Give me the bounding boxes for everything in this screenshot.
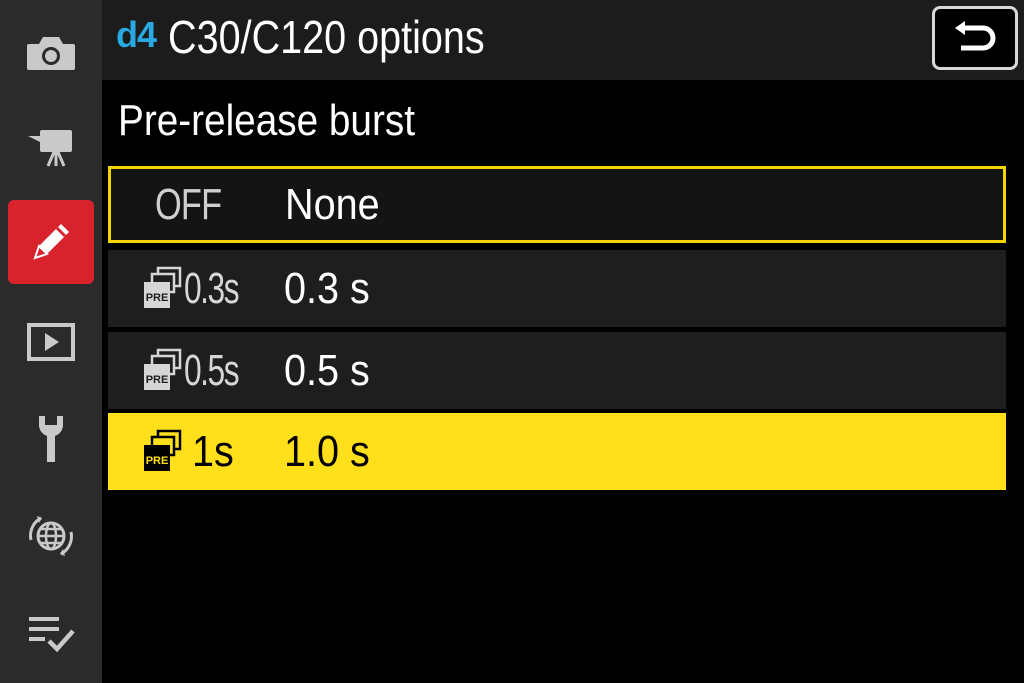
option-label: 0.5 s bbox=[284, 345, 370, 395]
option-0.5s[interactable]: PRE 0.5s 0.5 s bbox=[108, 332, 1006, 409]
option-code: 0.5s bbox=[184, 345, 240, 395]
section-code: d4 bbox=[116, 14, 157, 55]
return-icon bbox=[955, 21, 996, 51]
pencil-icon[interactable] bbox=[8, 200, 94, 284]
option-code: 1s bbox=[192, 426, 234, 476]
option-0.3s[interactable]: PRE 0.3s 0.3 s bbox=[108, 250, 1006, 327]
sidebar bbox=[0, 0, 102, 683]
option-label: None bbox=[285, 179, 380, 229]
menu-header: d4 C30/C120 options bbox=[102, 0, 1024, 80]
network-icon[interactable] bbox=[8, 494, 94, 578]
setting-name: Pre-release burst bbox=[118, 96, 415, 145]
svg-text:PRE: PRE bbox=[146, 455, 169, 467]
back-button[interactable] bbox=[932, 6, 1018, 70]
my-menu-icon[interactable] bbox=[8, 590, 94, 674]
pre-burst-icon: PRE bbox=[144, 348, 182, 390]
option-label: 1.0 s bbox=[284, 426, 370, 476]
pre-burst-icon: PRE bbox=[144, 429, 182, 471]
option-off[interactable]: OFF None bbox=[108, 166, 1006, 243]
wrench-icon[interactable] bbox=[8, 396, 94, 480]
page-title: C30/C120 options bbox=[168, 11, 485, 63]
option-label: 0.3 s bbox=[284, 263, 370, 313]
pre-burst-icon: PRE bbox=[144, 266, 182, 308]
option-1s[interactable]: PRE 1s 1.0 s bbox=[108, 413, 1006, 490]
option-code: 0.3s bbox=[184, 263, 240, 313]
option-code: OFF bbox=[155, 179, 222, 229]
movie-camera-icon[interactable] bbox=[8, 104, 94, 188]
camera-icon[interactable] bbox=[8, 10, 94, 94]
playback-icon[interactable] bbox=[8, 300, 94, 384]
svg-text:PRE: PRE bbox=[146, 374, 169, 386]
svg-text:PRE: PRE bbox=[146, 292, 169, 304]
